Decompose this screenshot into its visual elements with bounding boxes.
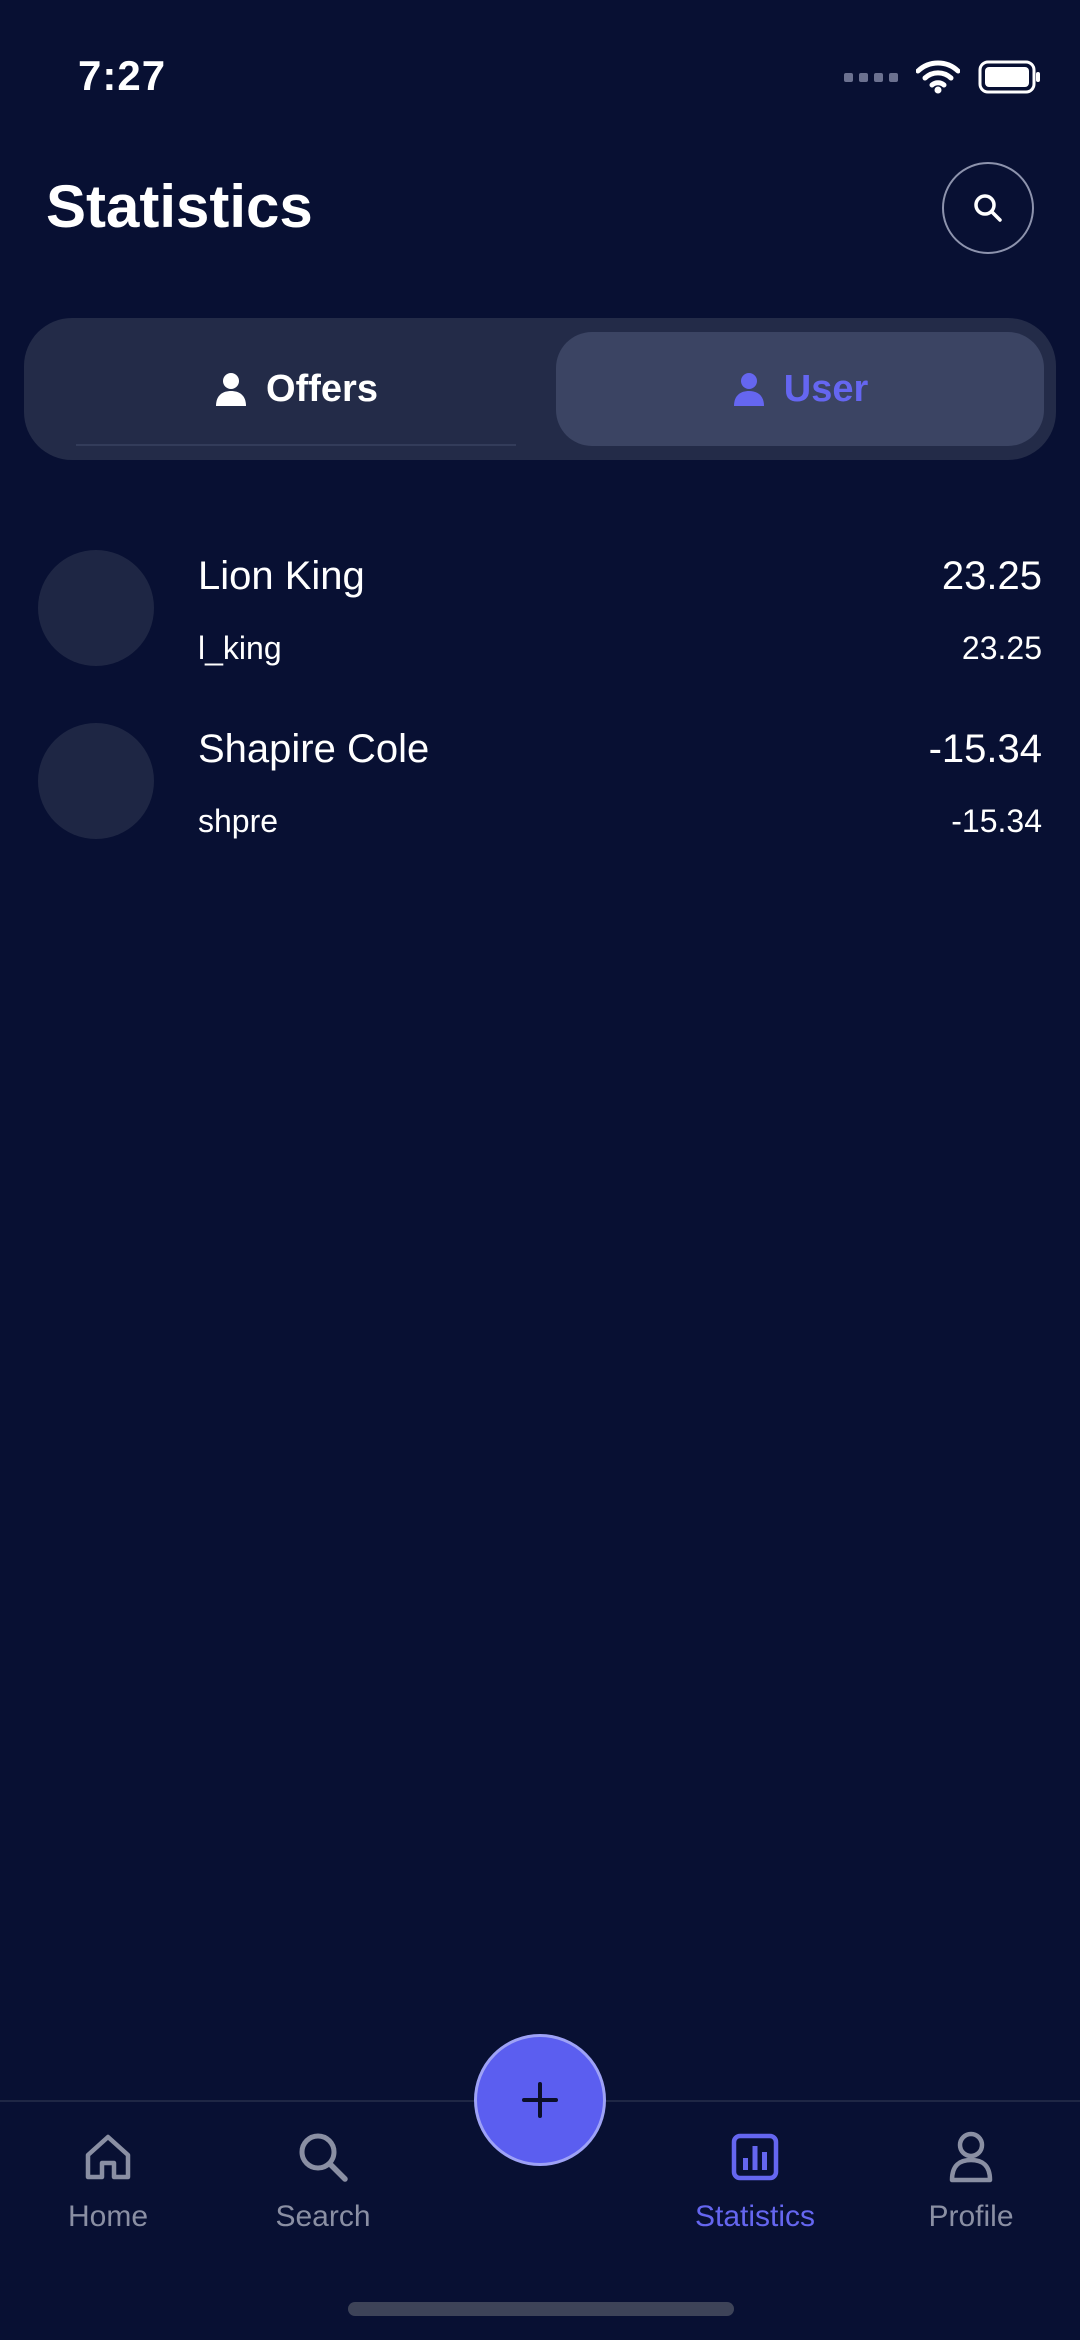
statistics-icon bbox=[726, 2128, 784, 2186]
status-time: 7:27 bbox=[78, 52, 167, 99]
tab-user[interactable]: User bbox=[556, 332, 1044, 446]
nav-search-label: Search bbox=[275, 2200, 371, 2233]
list-item[interactable]: Lion King l_king 23.25 23.25 bbox=[0, 544, 1080, 674]
nav-statistics[interactable]: Statistics bbox=[675, 2128, 835, 2234]
add-button[interactable] bbox=[474, 2034, 606, 2166]
search-icon bbox=[974, 194, 1002, 222]
search-button[interactable] bbox=[942, 162, 1034, 254]
profile-icon bbox=[942, 2128, 1000, 2186]
item-handle: l_king bbox=[198, 630, 282, 666]
battery-icon bbox=[978, 60, 1040, 94]
statistics-screen: 7:27 Statistics Offers User Lion King l_… bbox=[0, 0, 1080, 2340]
nav-home[interactable]: Home bbox=[28, 2128, 188, 2234]
tab-offers-underline bbox=[76, 444, 516, 446]
item-value: 23.25 bbox=[941, 554, 1042, 598]
person-icon bbox=[733, 373, 764, 406]
nav-profile[interactable]: Profile bbox=[891, 2128, 1051, 2234]
item-value: -15.34 bbox=[928, 727, 1042, 771]
page-title: Statistics bbox=[46, 173, 313, 240]
item-name: Shapire Cole bbox=[198, 727, 430, 771]
plus-icon bbox=[522, 2082, 558, 2118]
nav-profile-label: Profile bbox=[928, 2200, 1014, 2233]
home-icon bbox=[79, 2128, 137, 2186]
avatar bbox=[38, 550, 154, 666]
item-subvalue: 23.25 bbox=[961, 630, 1042, 666]
item-subvalue: -15.34 bbox=[951, 803, 1042, 839]
tab-user-label: User bbox=[783, 367, 869, 410]
tab-offers[interactable]: Offers bbox=[36, 332, 556, 446]
segmented-control: Offers User bbox=[24, 318, 1056, 460]
status-icons bbox=[844, 60, 1042, 94]
item-handle: shpre bbox=[198, 803, 279, 839]
wifi-icon bbox=[916, 60, 960, 94]
home-indicator[interactable] bbox=[348, 2302, 734, 2316]
list-item[interactable]: Shapire Cole shpre -15.34 -15.34 bbox=[0, 717, 1080, 847]
cellular-signal-icon bbox=[844, 72, 898, 82]
nav-statistics-label: Statistics bbox=[694, 2200, 816, 2233]
search-icon bbox=[294, 2128, 352, 2186]
nav-home-label: Home bbox=[67, 2200, 149, 2233]
item-name: Lion King bbox=[198, 554, 365, 598]
avatar bbox=[38, 723, 154, 839]
person-icon bbox=[216, 373, 247, 406]
tab-offers-label: Offers bbox=[266, 367, 378, 410]
nav-search[interactable]: Search bbox=[243, 2128, 403, 2234]
